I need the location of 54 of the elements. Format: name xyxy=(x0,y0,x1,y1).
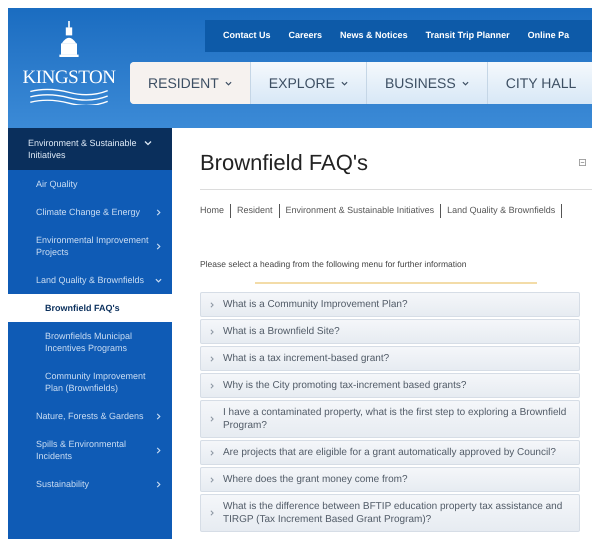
sidebar-item[interactable]: Environmental Improvement Projects xyxy=(8,226,172,266)
minus-box-icon[interactable] xyxy=(579,159,586,166)
chevron-right-icon xyxy=(209,416,215,422)
faq-accordion-item[interactable]: What is the difference between BFTIP education property tax assistance and TIRGP (Tax Increment Based Grant Program)? xyxy=(200,494,580,532)
sidebar-subitem[interactable]: Community Improvement Plan (Brownfields) xyxy=(8,362,172,402)
chevron-down-icon xyxy=(224,80,232,86)
faq-accordion-item[interactable]: What is a tax increment-based grant? xyxy=(200,346,580,372)
logo-wordmark[interactable]: KINGSTON xyxy=(22,68,116,87)
breadcrumb-link[interactable]: Resident xyxy=(231,204,280,218)
sidebar-item[interactable]: Spills & Environmental Incidents xyxy=(8,430,172,470)
chevron-right-icon xyxy=(155,412,162,420)
main-nav-tab[interactable]: CITY HALL xyxy=(488,62,592,104)
chevron-right-icon xyxy=(155,446,162,454)
faq-accordion-item[interactable]: Why is the City promoting tax-increment based grants? xyxy=(200,373,580,398)
main-nav-tab[interactable]: BUSINESS xyxy=(366,62,488,104)
page-title: Brownfield FAQ's xyxy=(200,149,368,177)
chevron-right-icon xyxy=(155,208,162,216)
breadcrumb-link[interactable]: Environment & Sustainable Initiatives xyxy=(280,204,442,218)
chevron-right-icon xyxy=(209,328,215,335)
sidebar-subitem[interactable]: Brownfields Municipal Incentives Programs xyxy=(8,322,172,362)
chevron-right-icon xyxy=(209,476,215,483)
utility-link[interactable]: Online Pa xyxy=(528,29,570,43)
faq-accordion-item[interactable]: What is a Brownfield Site? xyxy=(200,319,580,344)
faq-accordion-item[interactable]: Where does the grant money come from? xyxy=(200,467,580,492)
utility-link[interactable]: Careers xyxy=(288,29,322,43)
utility-link[interactable]: Contact Us xyxy=(223,29,271,43)
sidebar-item[interactable]: Nature, Forests & Gardens xyxy=(8,402,172,430)
chevron-right-icon xyxy=(155,480,162,488)
chevron-down-icon xyxy=(155,276,162,284)
chevron-right-icon xyxy=(209,510,215,516)
utility-link[interactable]: News & Notices xyxy=(340,29,408,43)
intro-text: Please select a heading from the following menu for further information xyxy=(200,258,468,270)
sidebar-item[interactable]: Land Quality & Brownfields xyxy=(8,266,172,294)
main-nav-tab[interactable]: EXPLORE xyxy=(250,62,367,104)
utility-link[interactable]: Transit Trip Planner xyxy=(426,29,510,43)
breadcrumb-link[interactable]: Home xyxy=(200,204,232,218)
faq-accordion-item[interactable]: What is a Community Improvement Plan? xyxy=(200,292,580,318)
chevron-down-icon xyxy=(340,80,348,86)
chevron-right-icon xyxy=(155,242,162,250)
sidebar-item[interactable]: Climate Change & Energy xyxy=(8,198,172,226)
chevron-down-icon xyxy=(144,139,152,147)
main-nav-tab[interactable]: RESIDENT xyxy=(130,62,251,104)
sidebar-heading[interactable]: Environment & Sustainable Initiatives xyxy=(8,128,172,170)
chevron-down-icon xyxy=(462,80,469,86)
chevron-right-icon xyxy=(209,356,215,362)
faq-accordion-item[interactable]: Are projects that are eligible for a grant automatically approved by Council? xyxy=(200,440,580,466)
breadcrumb-link[interactable]: Land Quality & Brownfields xyxy=(441,204,562,218)
chevron-right-icon xyxy=(209,450,215,456)
sidebar-subitem[interactable]: Brownfield FAQ's xyxy=(8,294,172,322)
chevron-right-icon xyxy=(209,382,215,389)
sidebar-item[interactable]: Air Quality xyxy=(8,170,172,198)
faq-accordion-item[interactable]: I have a contaminated property, what is the first step to exploring a Brownfield Program? xyxy=(200,400,580,438)
sidebar-item[interactable]: Sustainability xyxy=(8,470,172,498)
chevron-right-icon xyxy=(209,302,215,308)
